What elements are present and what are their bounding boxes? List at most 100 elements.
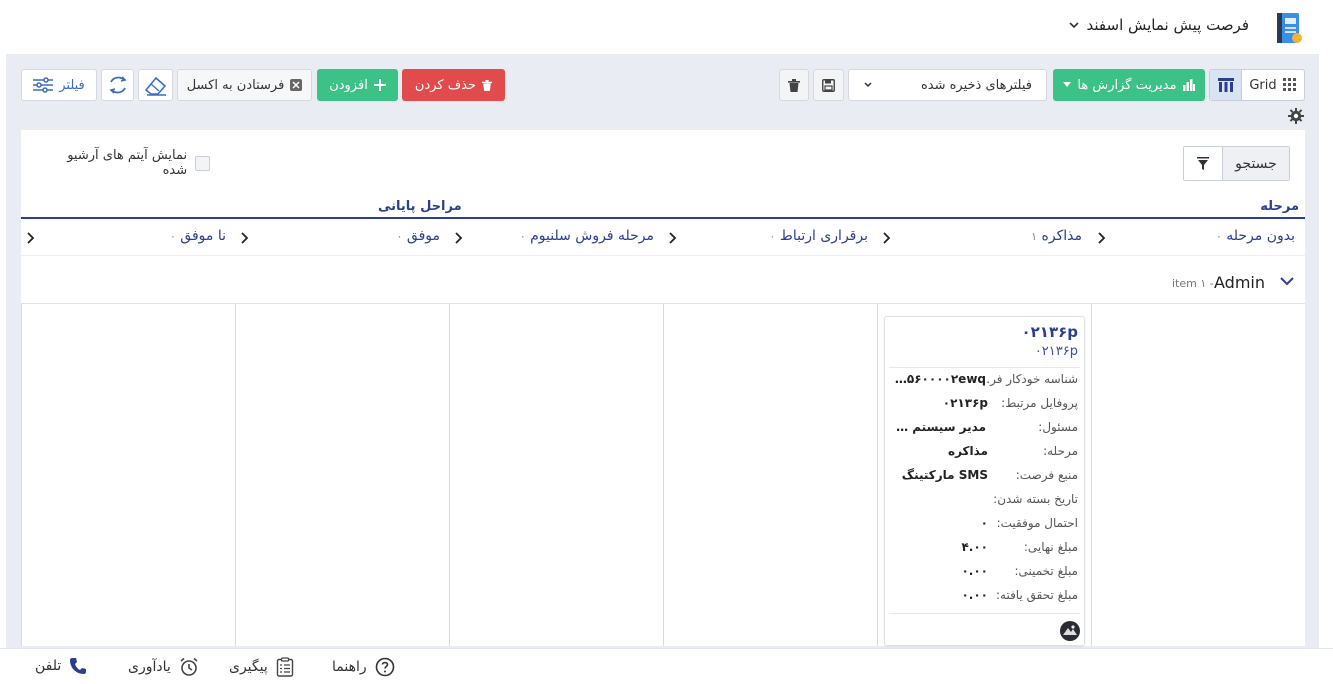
archive-checkbox[interactable] xyxy=(195,155,210,171)
add-button[interactable]: افزودن xyxy=(317,69,398,101)
gear-icon[interactable] xyxy=(1288,108,1304,124)
stage-label: موفق xyxy=(406,228,440,244)
card-field-label: مبلغ تحقق یافته: xyxy=(995,588,1078,602)
card-field-label: شناسه خودکار فر... xyxy=(978,372,1078,386)
card-field-label: منبع فرصت: xyxy=(1015,468,1078,482)
export-excel-label: فرستادن به اکسل xyxy=(186,77,285,93)
card-field-value: مدیر سیستم مدی... xyxy=(891,420,986,434)
chevron-right-icon[interactable] xyxy=(1096,232,1106,244)
phone-icon xyxy=(70,658,87,674)
stage-count: ۰ xyxy=(519,230,526,243)
card-field-label: احتمال موفقیت: xyxy=(996,516,1078,530)
saved-filters-value: فیلترهای ذخیره شده xyxy=(920,77,1032,93)
stage-label: مذاکره xyxy=(1041,228,1082,244)
report-manage-button[interactable]: مدیریت گزارش ها xyxy=(1053,69,1205,101)
card-divider xyxy=(889,367,1080,368)
trash-icon xyxy=(788,78,800,92)
chevron-down-icon[interactable] xyxy=(1067,18,1081,32)
stage-negotiation[interactable]: مذاکره ۱ xyxy=(1031,228,1082,244)
floppy-disk-icon xyxy=(822,78,835,92)
group-label: Admin xyxy=(1214,273,1265,292)
help-label: راهنما xyxy=(332,659,367,675)
column-divider xyxy=(449,304,450,646)
card-field-value: ۰۲۱۳۶p xyxy=(942,396,988,410)
column-divider xyxy=(663,304,664,646)
group-count: item ۱ - xyxy=(1172,277,1214,290)
refresh-button[interactable] xyxy=(101,69,134,101)
delete-filter-button[interactable] xyxy=(779,69,809,101)
followup-label: پیگیری xyxy=(229,659,268,675)
card-divider xyxy=(889,613,1080,614)
stage-count: ۰ xyxy=(769,230,776,243)
card-field-value: ۳۴۵۶۰۰۰۰۲ewq... xyxy=(891,372,986,386)
phone-label: تلفن xyxy=(35,658,62,674)
chevron-right-icon[interactable] xyxy=(881,232,891,244)
grid-icon xyxy=(1282,78,1296,91)
chart-icon xyxy=(1182,79,1195,91)
chevron-right-icon[interactable] xyxy=(453,232,463,244)
refresh-icon xyxy=(108,76,127,94)
card-field-value: ۰ xyxy=(980,516,988,530)
export-excel-button[interactable]: فرستادن به اکسل xyxy=(177,69,312,101)
kanban-icon xyxy=(1217,78,1234,92)
grid-view-button[interactable]: Grid xyxy=(1242,70,1304,100)
phone-link[interactable]: تلفن xyxy=(35,657,87,675)
card-field-value: SMS مارکتینگ xyxy=(901,468,988,482)
app-title[interactable]: فرصت پیش نمایش اسفند xyxy=(1087,16,1249,34)
followup-link[interactable]: پیگیری xyxy=(229,657,294,677)
card-field-value: ۰.۰۰ xyxy=(961,588,988,602)
kanban-view-button[interactable] xyxy=(1210,70,1242,100)
group-row xyxy=(21,256,1305,304)
help-icon xyxy=(375,657,394,677)
card-field-label: تاریخ بسته شدن: xyxy=(993,492,1078,506)
search-button[interactable]: جستجو xyxy=(1222,147,1289,180)
notebook-icon xyxy=(1277,13,1302,43)
save-filter-button[interactable] xyxy=(813,69,844,101)
chevron-down-icon[interactable] xyxy=(1279,274,1295,288)
card-field-value: مذاکره xyxy=(947,444,988,458)
stage-selenium-sale[interactable]: مرحله فروش سلنیوم ۰ xyxy=(520,228,654,244)
alarm-clock-icon xyxy=(180,657,198,676)
caret-down-icon xyxy=(1063,82,1072,87)
archive-toggle[interactable]: نمایش آیتم های آرشیو شده xyxy=(40,148,210,178)
reminder-link[interactable]: یادآوری xyxy=(128,657,199,677)
card-field-label: پروفایل مرتبط: xyxy=(1001,396,1078,410)
stage-header: مرحله xyxy=(1260,199,1299,214)
card-title[interactable]: ۰۲۱۳۶p xyxy=(1021,323,1078,341)
chevron-right-icon[interactable] xyxy=(239,232,249,244)
add-label: افزودن xyxy=(329,77,368,93)
stage-count: ۰ xyxy=(169,230,176,243)
avatar[interactable] xyxy=(1060,621,1080,641)
plus-icon xyxy=(373,79,386,91)
clear-filter-button[interactable] xyxy=(138,69,173,101)
help-link[interactable]: راهنما xyxy=(332,657,395,677)
stage-contact[interactable]: برقراری ارتباط ۰ xyxy=(770,228,868,244)
saved-filters-select[interactable]: فیلترهای ذخیره شده xyxy=(848,69,1047,101)
stage-label: مرحله فروش سلنیوم xyxy=(530,228,654,244)
excel-icon xyxy=(290,79,303,91)
stage-no-stage[interactable]: بدون مرحله ۰ xyxy=(1216,228,1295,244)
card-field-label: مرحله: xyxy=(1043,444,1078,458)
card-field-value: ۰.۰۰ xyxy=(961,564,988,578)
stage-successful[interactable]: موفق ۰ xyxy=(397,228,440,244)
card-field-label: مبلغ تخمینی: xyxy=(1014,564,1078,578)
search-group[interactable]: جستجو xyxy=(1183,146,1290,181)
reminder-label: یادآوری xyxy=(128,659,171,675)
stage-label: نا موفق xyxy=(180,228,226,244)
chevron-right-icon[interactable] xyxy=(667,232,677,244)
delete-button[interactable]: حذف کردن xyxy=(402,69,505,101)
funnel-icon[interactable] xyxy=(1184,147,1222,180)
filter-button[interactable]: فیلتر xyxy=(21,69,97,101)
column-divider xyxy=(1091,304,1092,646)
view-toggle[interactable]: Grid xyxy=(1209,69,1305,101)
stage-count: ۱ xyxy=(1031,230,1038,243)
report-manage-label: مدیریت گزارش ها xyxy=(1077,77,1177,93)
card-subtitle[interactable]: ۰۲۱۳۶p xyxy=(1035,344,1078,359)
column-divider xyxy=(21,304,22,646)
chevron-right-icon[interactable] xyxy=(25,232,35,244)
archive-label: نمایش آیتم های آرشیو شده xyxy=(67,148,188,178)
opportunity-card[interactable]: ۰۲۱۳۶p ۰۲۱۳۶p شناسه خودکار فر... ۳۴۵۶۰۰۰… xyxy=(884,316,1085,646)
chevron-down-icon xyxy=(864,82,872,88)
stage-unsuccessful[interactable]: نا موفق ۰ xyxy=(170,228,226,244)
stage-count: ۰ xyxy=(396,230,403,243)
